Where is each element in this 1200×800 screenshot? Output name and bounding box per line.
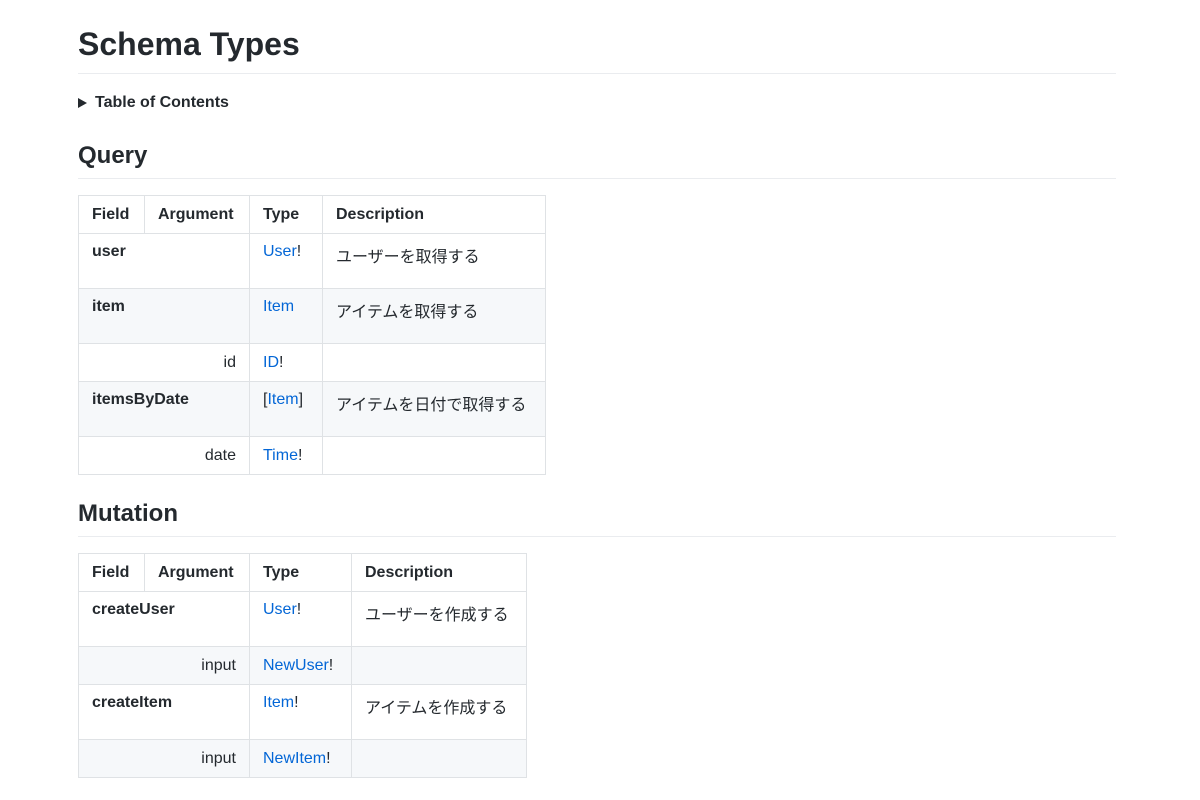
mutation-divider xyxy=(78,536,1116,537)
description-cell: ユーザーを取得する xyxy=(322,233,546,289)
field-name: createItem xyxy=(78,684,250,740)
disclosure-triangle-icon xyxy=(78,98,87,108)
type-link[interactable]: Item xyxy=(263,298,294,315)
mutation-table: Field Argument Type Description createUs… xyxy=(78,553,527,778)
table-header-row: Field Argument Type Description xyxy=(78,553,527,592)
type-cell: Time! xyxy=(249,436,323,475)
type-link[interactable]: User xyxy=(263,243,297,260)
header-field: Field xyxy=(78,195,145,234)
description-cell xyxy=(322,436,546,475)
toc-label: Table of Contents xyxy=(95,94,229,111)
type-link[interactable]: Time xyxy=(263,447,298,464)
table-row: date Time! xyxy=(78,436,546,475)
table-row: id ID! xyxy=(78,343,546,382)
type-link[interactable]: ID xyxy=(263,354,279,371)
type-link[interactable]: Item xyxy=(263,694,294,711)
argument-name: date xyxy=(78,436,250,475)
description-cell: ユーザーを作成する xyxy=(351,591,527,647)
field-name: createUser xyxy=(78,591,250,647)
type-cell: User! xyxy=(249,233,323,289)
field-name: itemsByDate xyxy=(78,381,250,437)
table-row: itemsByDate [Item] アイテムを日付で取得する xyxy=(78,381,546,437)
type-cell: NewUser! xyxy=(249,646,352,685)
toc-toggle[interactable]: Table of Contents xyxy=(78,92,229,114)
field-name: user xyxy=(78,233,250,289)
table-row: input NewItem! xyxy=(78,739,527,778)
description-cell: アイテムを作成する xyxy=(351,684,527,740)
header-type: Type xyxy=(249,195,323,234)
table-row: user User! ユーザーを取得する xyxy=(78,233,546,289)
type-link[interactable]: Item xyxy=(267,391,298,408)
type-link[interactable]: NewItem xyxy=(263,750,326,767)
table-row: input NewUser! xyxy=(78,646,527,685)
header-field: Field xyxy=(78,553,145,592)
type-link[interactable]: User xyxy=(263,601,297,618)
header-type: Type xyxy=(249,553,352,592)
header-description: Description xyxy=(322,195,546,234)
argument-name: id xyxy=(78,343,250,382)
description-cell: アイテムを日付で取得する xyxy=(322,381,546,437)
type-cell: ID! xyxy=(249,343,323,382)
type-cell: NewItem! xyxy=(249,739,352,778)
table-row: createUser User! ユーザーを作成する xyxy=(78,591,527,647)
description-cell xyxy=(322,343,546,382)
query-divider xyxy=(78,178,1116,179)
field-name: item xyxy=(78,288,250,344)
page-title: Schema Types xyxy=(78,26,300,62)
table-row: item Item アイテムを取得する xyxy=(78,288,546,344)
page: Schema Types Table of Contents Query Fie… xyxy=(0,0,1200,800)
argument-name: input xyxy=(78,646,250,685)
type-cell: User! xyxy=(249,591,352,647)
table-header-row: Field Argument Type Description xyxy=(78,195,546,234)
argument-name: input xyxy=(78,739,250,778)
header-argument: Argument xyxy=(144,195,250,234)
query-table: Field Argument Type Description user Use… xyxy=(78,195,546,475)
type-cell: Item xyxy=(249,288,323,344)
description-cell xyxy=(351,646,527,685)
title-divider xyxy=(78,73,1116,74)
description-cell: アイテムを取得する xyxy=(322,288,546,344)
type-cell: Item! xyxy=(249,684,352,740)
mutation-heading: Mutation xyxy=(78,500,178,527)
header-description: Description xyxy=(351,553,527,592)
type-cell: [Item] xyxy=(249,381,323,437)
description-cell xyxy=(351,739,527,778)
table-row: createItem Item! アイテムを作成する xyxy=(78,684,527,740)
type-link[interactable]: NewUser xyxy=(263,657,329,674)
header-argument: Argument xyxy=(144,553,250,592)
query-heading: Query xyxy=(78,142,148,169)
